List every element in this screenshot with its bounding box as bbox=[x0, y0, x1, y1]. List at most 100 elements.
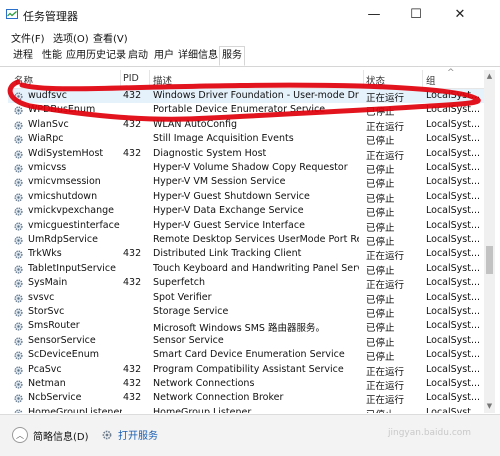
service-row[interactable]: TabletInputService Touch Keyboard and Han… bbox=[8, 262, 484, 277]
service-status: 已停止 bbox=[366, 337, 395, 349]
column-divider[interactable] bbox=[363, 70, 364, 88]
service-name: TrkWks bbox=[28, 248, 62, 260]
fewer-details-button[interactable]: ︿ 简略信息(D) bbox=[12, 427, 89, 443]
tab-users[interactable]: 用户 bbox=[152, 47, 176, 65]
service-row[interactable]: PcaSvc 432 Program Compatibility Assistant… bbox=[8, 363, 484, 378]
service-status: 已停止 bbox=[366, 136, 395, 148]
service-status: 正在运行 bbox=[366, 395, 405, 407]
service-row[interactable]: NcbService 432 Network Connection Broker 正在… bbox=[8, 391, 484, 407]
service-gear-icon bbox=[14, 322, 23, 331]
service-row[interactable]: WdiSystemHost 432 Diagnostic System Host 正在… bbox=[8, 147, 484, 162]
service-name: HomeGroupListener bbox=[28, 406, 122, 413]
service-row[interactable]: UmRdpService Remote Desktop Services User… bbox=[8, 233, 484, 248]
title-bar: 任务管理器 — ☐ ✕ bbox=[0, 0, 500, 28]
scrollbar-thumb[interactable] bbox=[486, 246, 493, 274]
service-row[interactable]: WiaRpc Still Image Acquisition Events 已停止 L… bbox=[8, 132, 484, 148]
service-name: ScDeviceEnum bbox=[28, 349, 100, 361]
service-row[interactable]: vmickvpexchange Hyper-V Data Exchange Ser… bbox=[8, 204, 484, 219]
service-description: Microsoft Windows SMS 路由器服务。 bbox=[153, 323, 325, 335]
menu-options[interactable]: 选项(O) bbox=[53, 30, 89, 45]
tab-startup[interactable]: 启动 bbox=[126, 47, 150, 65]
service-status: 已停止 bbox=[366, 237, 395, 248]
column-header-status[interactable]: 状态 bbox=[366, 73, 385, 87]
service-status: 已停止 bbox=[366, 294, 395, 306]
service-description: HomeGroup Listener bbox=[153, 406, 252, 413]
service-description: Still Image Acquisition Events bbox=[153, 133, 294, 145]
service-pid: 432 bbox=[123, 378, 142, 389]
service-description: Hyper-V Data Exchange Service bbox=[153, 205, 304, 217]
service-description: Network Connection Broker bbox=[153, 392, 284, 404]
chevron-up-icon: ︿ bbox=[12, 427, 28, 443]
service-row[interactable]: WPDBusEnum Portable Device Enumerator Ser… bbox=[8, 103, 484, 118]
service-description: Remote Desktop Services UserMode Port Re… bbox=[153, 234, 359, 245]
service-row[interactable]: SmsRouter Microsoft Windows SMS 路由器服务。 已停止… bbox=[8, 319, 484, 335]
service-description: Network Connections bbox=[153, 378, 255, 389]
scroll-up-arrow-icon[interactable]: ▲ bbox=[484, 70, 495, 82]
service-row[interactable]: vmicshutdown Hyper-V Guest Shutdown Servi… bbox=[8, 190, 484, 205]
minimize-button[interactable]: — bbox=[354, 2, 394, 26]
close-button[interactable]: ✕ bbox=[440, 2, 480, 26]
service-name: SmsRouter bbox=[28, 320, 80, 332]
service-row[interactable]: HomeGroupListener HomeGroup Listener 已停止Lo… bbox=[8, 406, 484, 413]
service-pid: 432 bbox=[123, 392, 142, 404]
column-header-group[interactable]: 组 bbox=[426, 73, 436, 87]
service-row[interactable]: Netman 432 Network Connections 正在运行 LocalSys… bbox=[8, 377, 484, 392]
service-status: 已停止 bbox=[366, 352, 395, 364]
service-name: vmicvss bbox=[28, 162, 67, 173]
service-status: 正在运行 bbox=[366, 251, 405, 263]
service-pid: 432 bbox=[123, 277, 142, 289]
column-header-description[interactable]: 描述 bbox=[153, 73, 172, 87]
service-row[interactable]: vmicvmsession Hyper-V VM Session Service 已… bbox=[8, 175, 484, 190]
service-group: LocalSyst... bbox=[426, 147, 481, 159]
service-name: Netman bbox=[28, 378, 66, 389]
service-group: LocalSyst... bbox=[426, 176, 481, 188]
service-row[interactable]: WlanSvc 432 WLAN AutoConfig 正在运行 LocalSyst..… bbox=[8, 118, 484, 133]
maximize-button[interactable]: ☐ bbox=[396, 2, 436, 26]
service-status: 已停止 bbox=[366, 309, 395, 320]
service-gear-icon bbox=[14, 351, 23, 360]
service-name: vmicvmsession bbox=[28, 176, 101, 188]
service-row[interactable]: ScDeviceEnum Smart Card Device Enumeratio… bbox=[8, 348, 484, 364]
tab-app-history[interactable]: 应用历史记录 bbox=[66, 47, 126, 65]
tab-services[interactable]: 服务 bbox=[219, 46, 245, 66]
service-name: svsvc bbox=[28, 291, 55, 303]
service-group: LocalSyst... bbox=[426, 306, 481, 317]
service-row[interactable]: vmicvss Hyper-V Volume Shadow Copy Reques… bbox=[8, 161, 484, 176]
column-header-name[interactable]: 名称 bbox=[14, 73, 33, 87]
service-description: WLAN AutoConfig bbox=[153, 118, 238, 130]
service-gear-icon bbox=[14, 92, 23, 101]
service-row[interactable]: wudfsvc 432 Windows Driver Foundation - Us… bbox=[8, 89, 484, 104]
service-name: vmickvpexchange bbox=[28, 205, 114, 217]
service-name: TabletInputService bbox=[28, 262, 117, 274]
service-gear-icon bbox=[14, 193, 23, 202]
service-description: Storage Service bbox=[153, 306, 229, 317]
service-row[interactable]: TrkWks 432 Distributed Link Tracking Clien… bbox=[8, 247, 484, 263]
service-description: Windows Driver Foundation - User-mode Dr… bbox=[153, 90, 359, 101]
service-group: LocalSyst... bbox=[426, 133, 481, 145]
service-group: LocalSyst... bbox=[426, 277, 481, 289]
service-row[interactable]: SensorService Sensor Service 已停止 LocalSyst.… bbox=[8, 334, 484, 349]
service-pid: 432 bbox=[123, 363, 142, 375]
menu-bar: 文件(F) 选项(O) 查看(V) bbox=[0, 28, 500, 45]
column-divider[interactable] bbox=[120, 70, 121, 88]
tab-performance[interactable]: 性能 bbox=[40, 47, 64, 65]
menu-view[interactable]: 查看(V) bbox=[93, 30, 128, 45]
service-row[interactable]: SysMain 432 Superfetch 正在运行 LocalSyst... bbox=[8, 276, 484, 291]
service-gear-icon bbox=[14, 135, 23, 144]
open-services-link[interactable]: 打开服务 bbox=[101, 427, 158, 442]
column-divider[interactable] bbox=[422, 70, 423, 88]
column-header-pid[interactable]: PID bbox=[123, 73, 139, 84]
service-row[interactable]: vmicguestinterface Hyper-V Guest Service … bbox=[8, 219, 484, 234]
tab-details[interactable]: 详细信息 bbox=[178, 47, 218, 65]
service-description: Hyper-V Guest Shutdown Service bbox=[153, 190, 310, 202]
service-row[interactable]: svsvc Spot Verifier 已停止 LocalSyst... bbox=[8, 291, 484, 306]
service-row[interactable]: StorSvc Storage Service 已停止 LocalSyst... bbox=[8, 305, 484, 320]
tab-processes[interactable]: 进程 bbox=[11, 47, 35, 65]
service-description: Hyper-V VM Session Service bbox=[153, 176, 286, 188]
menu-file[interactable]: 文件(F) bbox=[11, 30, 45, 45]
scroll-down-arrow-icon[interactable]: ▼ bbox=[484, 400, 495, 412]
service-group: LocalSyst... bbox=[426, 190, 481, 202]
service-group: LocalSyst... bbox=[426, 378, 481, 389]
column-divider[interactable] bbox=[149, 70, 150, 88]
vertical-scrollbar[interactable] bbox=[484, 70, 495, 413]
